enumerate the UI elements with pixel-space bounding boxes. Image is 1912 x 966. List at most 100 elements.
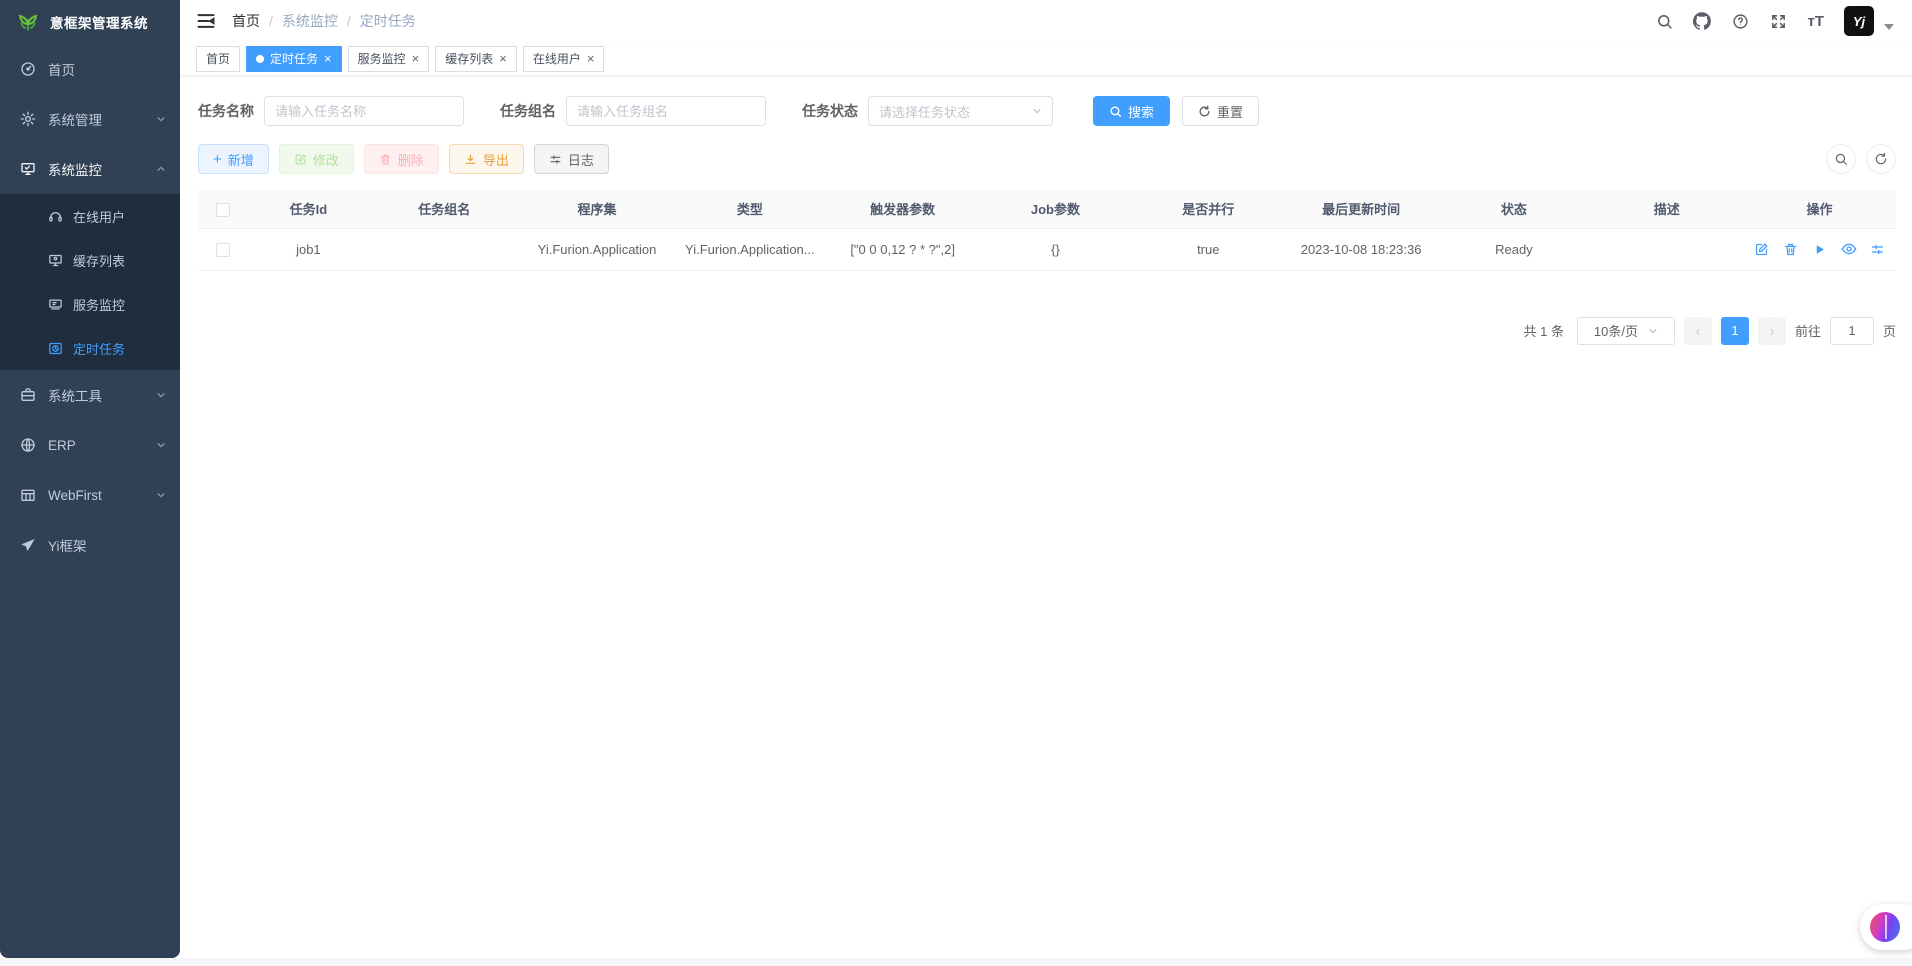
- edit-button[interactable]: 修改: [279, 144, 354, 174]
- horizontal-scrollbar[interactable]: [0, 958, 1912, 966]
- refresh-icon: [1874, 152, 1888, 166]
- avatar[interactable]: Yj: [1844, 6, 1874, 36]
- cache-monitor-icon: [48, 253, 63, 268]
- task-group-input[interactable]: [566, 96, 766, 126]
- row-checkbox[interactable]: [216, 243, 230, 257]
- tab-service-monitor[interactable]: 服务监控 ×: [348, 46, 430, 72]
- sidebar-item-home[interactable]: 首页: [0, 44, 180, 94]
- column-status: 状态: [1437, 190, 1590, 228]
- close-icon[interactable]: ×: [324, 52, 332, 65]
- chevron-down-icon: [1032, 106, 1042, 116]
- goto-label: 前往: [1795, 321, 1821, 340]
- sidebar-item-label: 首页: [48, 59, 166, 79]
- close-icon[interactable]: ×: [499, 52, 507, 65]
- cell-description: [1590, 228, 1743, 270]
- assistant-fab[interactable]: [1860, 904, 1912, 950]
- chevron-down-icon: [156, 440, 166, 450]
- cell-task-group: [368, 228, 521, 270]
- row-edit-icon[interactable]: [1754, 241, 1770, 257]
- cell-updated: 2023-10-08 18:23:36: [1285, 228, 1438, 270]
- next-page-button[interactable]: ›: [1758, 317, 1786, 345]
- prev-page-button[interactable]: ‹: [1684, 317, 1712, 345]
- task-status-label: 任务状态: [802, 101, 858, 121]
- cell-trigger-args: ["0 0 0,12 ? * ?",2]: [826, 228, 979, 270]
- row-view-icon[interactable]: [1841, 241, 1857, 257]
- collapse-sidebar-icon[interactable]: [196, 11, 216, 31]
- table-header-row: 任务Id 任务组名 程序集 类型 触发器参数 Job参数 是否并行 最后更新时间…: [198, 190, 1896, 228]
- row-run-icon[interactable]: [1812, 241, 1828, 257]
- search-icon[interactable]: [1655, 12, 1673, 30]
- tab-scheduled-tasks[interactable]: 定时任务 ×: [246, 46, 342, 72]
- avatar-dropdown-caret-icon[interactable]: [1884, 24, 1894, 30]
- refresh-table-button[interactable]: [1866, 144, 1896, 174]
- tab-home[interactable]: 首页: [196, 46, 240, 72]
- fullscreen-icon[interactable]: [1769, 12, 1787, 30]
- sidebar-item-label: 系统管理: [48, 109, 144, 129]
- search-icon: [1109, 105, 1122, 118]
- sidebar-item-label: 系统监控: [48, 159, 144, 179]
- brain-icon: [1870, 912, 1900, 942]
- table-row[interactable]: job1 Yi.Furion.Application Yi.Furion.App…: [198, 228, 1896, 270]
- sidebar-item-scheduled-tasks[interactable]: 定时任务: [0, 326, 180, 370]
- column-task-group: 任务组名: [368, 190, 521, 228]
- plant-logo-icon: [16, 10, 40, 34]
- select-all-checkbox[interactable]: [216, 203, 230, 217]
- sidebar-item-service-monitor[interactable]: 服务监控: [0, 282, 180, 326]
- breadcrumb-current: 定时任务: [360, 11, 416, 31]
- pagination: 共 1 条 10条/页 ‹ 1 › 前往 页: [198, 317, 1896, 345]
- pagination-total: 共 1 条: [1524, 321, 1564, 340]
- table-grid-icon: [20, 487, 36, 503]
- sidebar-item-system-management[interactable]: 系统管理: [0, 94, 180, 144]
- sidebar-item-cache-list[interactable]: 缓存列表: [0, 238, 180, 282]
- headset-icon: [48, 209, 63, 224]
- main-area: 首页 / 系统监控 / 定时任务 тT Yj: [180, 0, 1912, 966]
- github-icon[interactable]: [1693, 12, 1711, 30]
- logo[interactable]: 意框架管理系统: [0, 0, 180, 44]
- column-task-id: 任务Id: [249, 190, 368, 228]
- search-button[interactable]: 搜索: [1093, 96, 1170, 126]
- row-delete-icon[interactable]: [1783, 241, 1799, 257]
- chevron-up-icon: [156, 164, 166, 174]
- column-concurrent: 是否并行: [1132, 190, 1285, 228]
- row-log-icon[interactable]: [1870, 241, 1886, 257]
- add-button[interactable]: + 新增: [198, 144, 269, 174]
- sidebar-item-label: ERP: [48, 438, 144, 453]
- sidebar-item-label: 系统工具: [48, 385, 144, 405]
- breadcrumb-home[interactable]: 首页: [232, 11, 260, 31]
- sidebar-item-system-tools[interactable]: 系统工具: [0, 370, 180, 420]
- column-type: 类型: [673, 190, 826, 228]
- sidebar-item-online-users[interactable]: 在线用户: [0, 194, 180, 238]
- task-status-placeholder: 请选择任务状态: [879, 102, 970, 121]
- chevron-down-icon: [156, 490, 166, 500]
- font-size-icon[interactable]: тT: [1807, 13, 1824, 30]
- close-icon[interactable]: ×: [587, 52, 595, 65]
- tab-cache-list[interactable]: 缓存列表 ×: [435, 46, 517, 72]
- download-icon: [464, 153, 477, 166]
- help-icon[interactable]: [1731, 12, 1749, 30]
- toggle-search-button[interactable]: [1826, 144, 1856, 174]
- page-size-select[interactable]: 10条/页: [1577, 317, 1675, 345]
- sidebar-item-system-monitor[interactable]: 系统监控: [0, 144, 180, 194]
- chevron-down-icon: [156, 114, 166, 124]
- close-icon[interactable]: ×: [412, 52, 420, 65]
- log-button[interactable]: 日志: [534, 144, 609, 174]
- sidebar-item-webfirst[interactable]: WebFirst: [0, 470, 180, 520]
- task-group-label: 任务组名: [500, 101, 556, 121]
- export-button-label: 导出: [483, 150, 509, 169]
- topbar-actions: тT Yj: [1655, 6, 1894, 36]
- goto-page-input[interactable]: [1830, 317, 1874, 345]
- paper-plane-icon: [20, 537, 36, 553]
- page-1-button[interactable]: 1: [1721, 317, 1749, 345]
- delete-button[interactable]: 删除: [364, 144, 439, 174]
- tab-label: 定时任务: [270, 50, 318, 67]
- task-name-label: 任务名称: [198, 101, 254, 121]
- column-trigger-args: 触发器参数: [826, 190, 979, 228]
- tab-online-users[interactable]: 在线用户 ×: [523, 46, 605, 72]
- task-name-input[interactable]: [264, 96, 464, 126]
- sidebar-item-erp[interactable]: ERP: [0, 420, 180, 470]
- task-status-select[interactable]: 请选择任务状态: [868, 96, 1053, 126]
- export-button[interactable]: 导出: [449, 144, 524, 174]
- sidebar-item-yi-framework[interactable]: Yi框架: [0, 520, 180, 570]
- sidebar: 意框架管理系统 首页 系统管理 系统监控 在线用户 缓存列表: [0, 0, 180, 958]
- reset-button[interactable]: 重置: [1182, 96, 1259, 126]
